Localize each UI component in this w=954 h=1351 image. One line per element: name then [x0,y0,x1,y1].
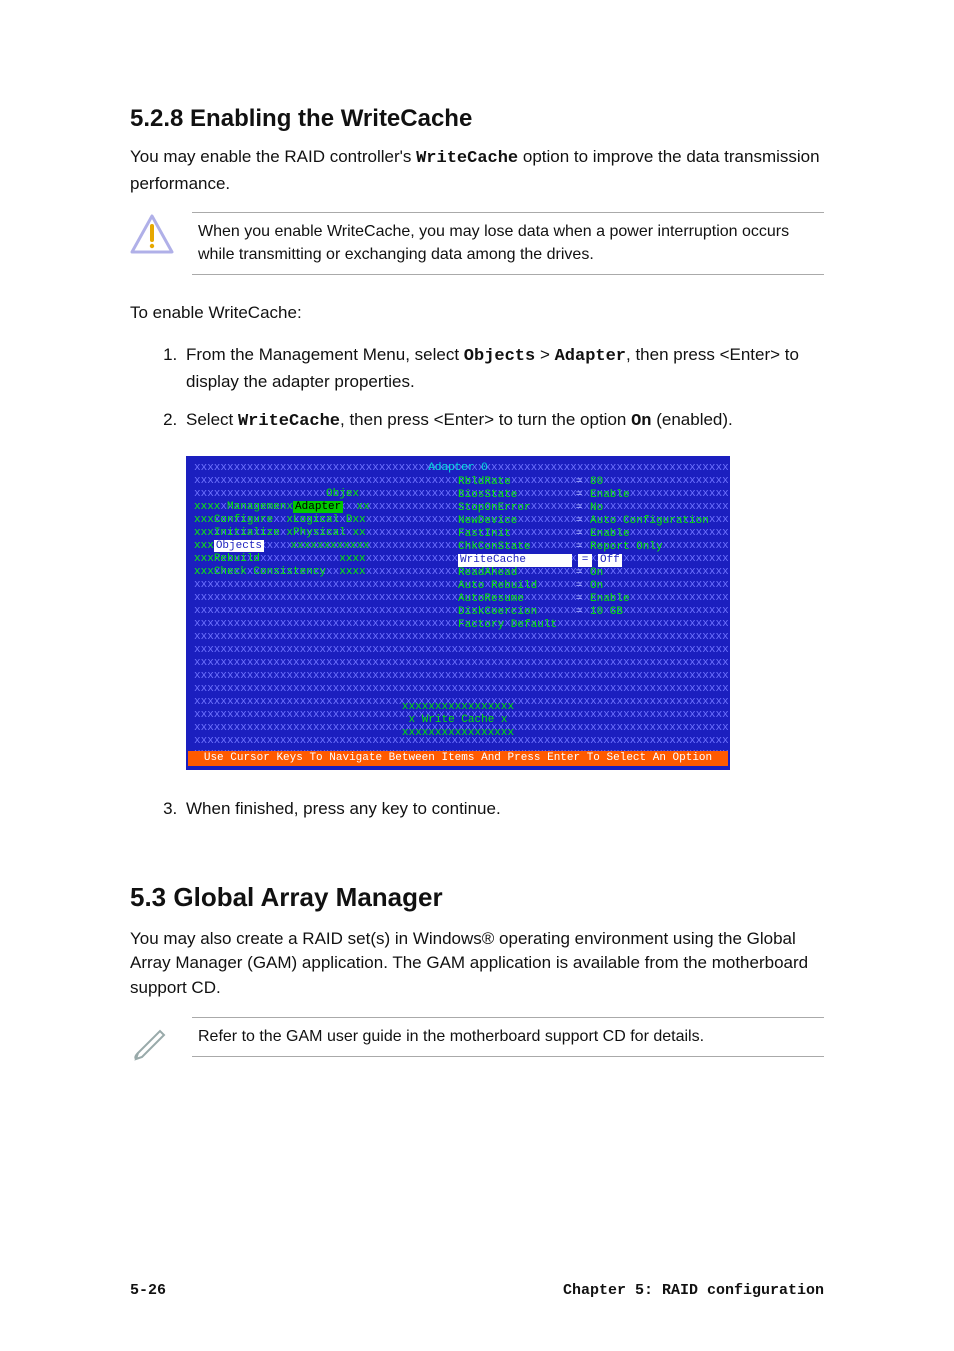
bios-prop-eq: = [574,580,584,593]
bios-prop-key: AutoResume [458,593,568,606]
step2-a: Select [186,410,238,429]
menu-objects: xxxObjects xxxxxxxxxxxx [194,540,370,553]
bios-prop-value: Report Only [590,541,663,554]
step-3: When finished, press any key to continue… [182,796,824,822]
bios-prop-row: WriteCache = Off [458,554,709,567]
bios-prop-eq: = [574,476,584,489]
menu-management: xxxx ManagemenxAdapter xx [194,501,370,514]
bios-prop-key: RbldRate [458,476,568,489]
bios-prop-row: FastInit = Enable [458,528,709,541]
steps-list-continued: When finished, press any key to continue… [130,796,824,822]
bios-prop-eq: = [574,528,584,541]
step2-m1: WriteCache [238,412,340,431]
menu-rebuild: xxxRebuild xxxx [194,553,370,566]
bios-prop-eq: = [574,541,584,554]
step1-m1: Objects [464,347,535,366]
menu-objects-highlight: Objects [214,540,264,552]
steps-list: From the Management Menu, select Objects… [130,342,824,435]
warning-triangle-icon [130,212,174,256]
menu-obje: Objex [194,488,370,501]
page-footer: 5-26 Chapter 5: RAID configuration [130,1282,824,1299]
bios-prop-row: ReadAhead = On [458,567,709,580]
intro-mono: WriteCache [416,149,518,168]
bios-prop-row: BiosState = Enable [458,489,709,502]
intro-pre: You may enable the RAID controller's [130,147,416,166]
step1-m2: Adapter [555,347,626,366]
bios-screenshot: xxxxxxxxxxxxxxxxx xxxxxxxxxxxxxxxxxxxxxxx… [186,456,730,770]
bios-prop-eq: = [574,502,584,515]
bios-prop-eq: = [574,489,584,502]
bios-popup-bottom: xxxxxxxxxxxxxxxxx [402,727,514,740]
bios-prop-key: WriteCache [458,554,572,567]
bios-prop-key: ReadAhead [458,567,568,580]
bios-prop-value: Auto Configuration [590,515,709,528]
bios-prop-value: Enable [590,528,630,541]
menu-initialize: xxxInitialize xPhysical xx [194,527,370,540]
document-page: 5.2.8 Enabling the WriteCache You may en… [0,0,954,1351]
step1-b: > [535,345,554,364]
step2-m2: On [631,412,651,431]
bios-prop-row: StopOnError = No [458,502,709,515]
info-note-text: Refer to the GAM user guide in the mothe… [192,1017,824,1057]
bios-popup-label: x Write Cache x [402,714,514,727]
bios-prop-value: Off [598,554,622,567]
warning-note: When you enable WriteCache, you may lose… [130,212,824,275]
info-note: Refer to the GAM user guide in the mothe… [130,1017,824,1061]
bios-prop-value: Enable [590,593,630,606]
menu-configure: xxxConfigure xLogical Dxx [194,514,370,527]
bios-helpbar: Use Cursor Keys To Navigate Between Item… [188,751,728,766]
step1-a: From the Management Menu, select [186,345,464,364]
bios-prop-key: Factory Default [458,619,568,632]
bios-prop-eq: = [574,515,584,528]
bios-prop-eq: = [574,567,584,580]
step-2: Select WriteCache, then press <Enter> to… [182,407,824,435]
pencil-icon [130,1017,174,1061]
bios-prop-row: DiskCoercion = 10 GB [458,606,709,619]
warning-text: When you enable WriteCache, you may lose… [192,212,824,275]
menu-adapter-highlight: Adapter [293,501,343,513]
bios-prop-row: AutoResume = Enable [458,593,709,606]
bios-prop-row: Auto Rebuild = On [458,580,709,593]
bios-prop-value: 10 GB [590,606,623,619]
bios-prop-key: FastInit [458,528,568,541]
bios-prop-eq: = [578,554,592,567]
bios-prop-key: DiskCoercion [458,606,568,619]
bios-prop-value: Enable [590,489,630,502]
bios-popup: xxxxxxxxxxxxxxxxx x Write Cache x xxxxxx… [402,701,514,740]
bios-prop-row: ChkConState = Report Only [458,541,709,554]
heading-53: 5.3 Global Array Manager [130,882,824,913]
bios-prop-key: Auto Rebuild [458,580,568,593]
bios-prop-eq: = [574,593,584,606]
chapter-label: Chapter 5: RAID configuration [563,1282,824,1299]
bios-prop-row: NewDevice = Auto Configuration [458,515,709,528]
bios-prop-value: 80 [590,476,603,489]
bios-prop-row: RbldRate = 80 [458,476,709,489]
menu-check: xxxCheck Consistency xxxx [194,566,370,579]
bios-prop-eq: = [574,606,584,619]
bios-popup-top: xxxxxxxxxxxxxxxxx [402,701,514,714]
bios-prop-key: StopOnError [458,502,568,515]
bios-prop-key: NewDevice [458,515,568,528]
bios-properties-column: RbldRate=80BiosState=EnableStopOnError=N… [458,476,709,632]
lead-text: To enable WriteCache: [130,301,824,326]
bios-left-menu: Objex xxxx ManagemenxAdapter xx xxxConfi… [194,488,370,579]
bios-title: Adapter 0 [188,462,728,475]
bios-prop-key: ChkConState [458,541,568,554]
intro-paragraph: You may enable the RAID controller's Wri… [130,145,824,196]
bios-prop-row: Factory Default [458,619,709,632]
bios-prop-key: BiosState [458,489,568,502]
bios-prop-value: On [590,567,603,580]
heading-528: 5.2.8 Enabling the WriteCache [130,105,824,133]
section53-body: You may also create a RAID set(s) in Win… [130,927,824,1001]
bios-prop-value: No [590,502,603,515]
step2-b: , then press <Enter> to turn the option [340,410,631,429]
bios-prop-value: On [590,580,603,593]
page-number: 5-26 [130,1282,166,1299]
step2-c: (enabled). [652,410,733,429]
step-1: From the Management Menu, select Objects… [182,342,824,395]
